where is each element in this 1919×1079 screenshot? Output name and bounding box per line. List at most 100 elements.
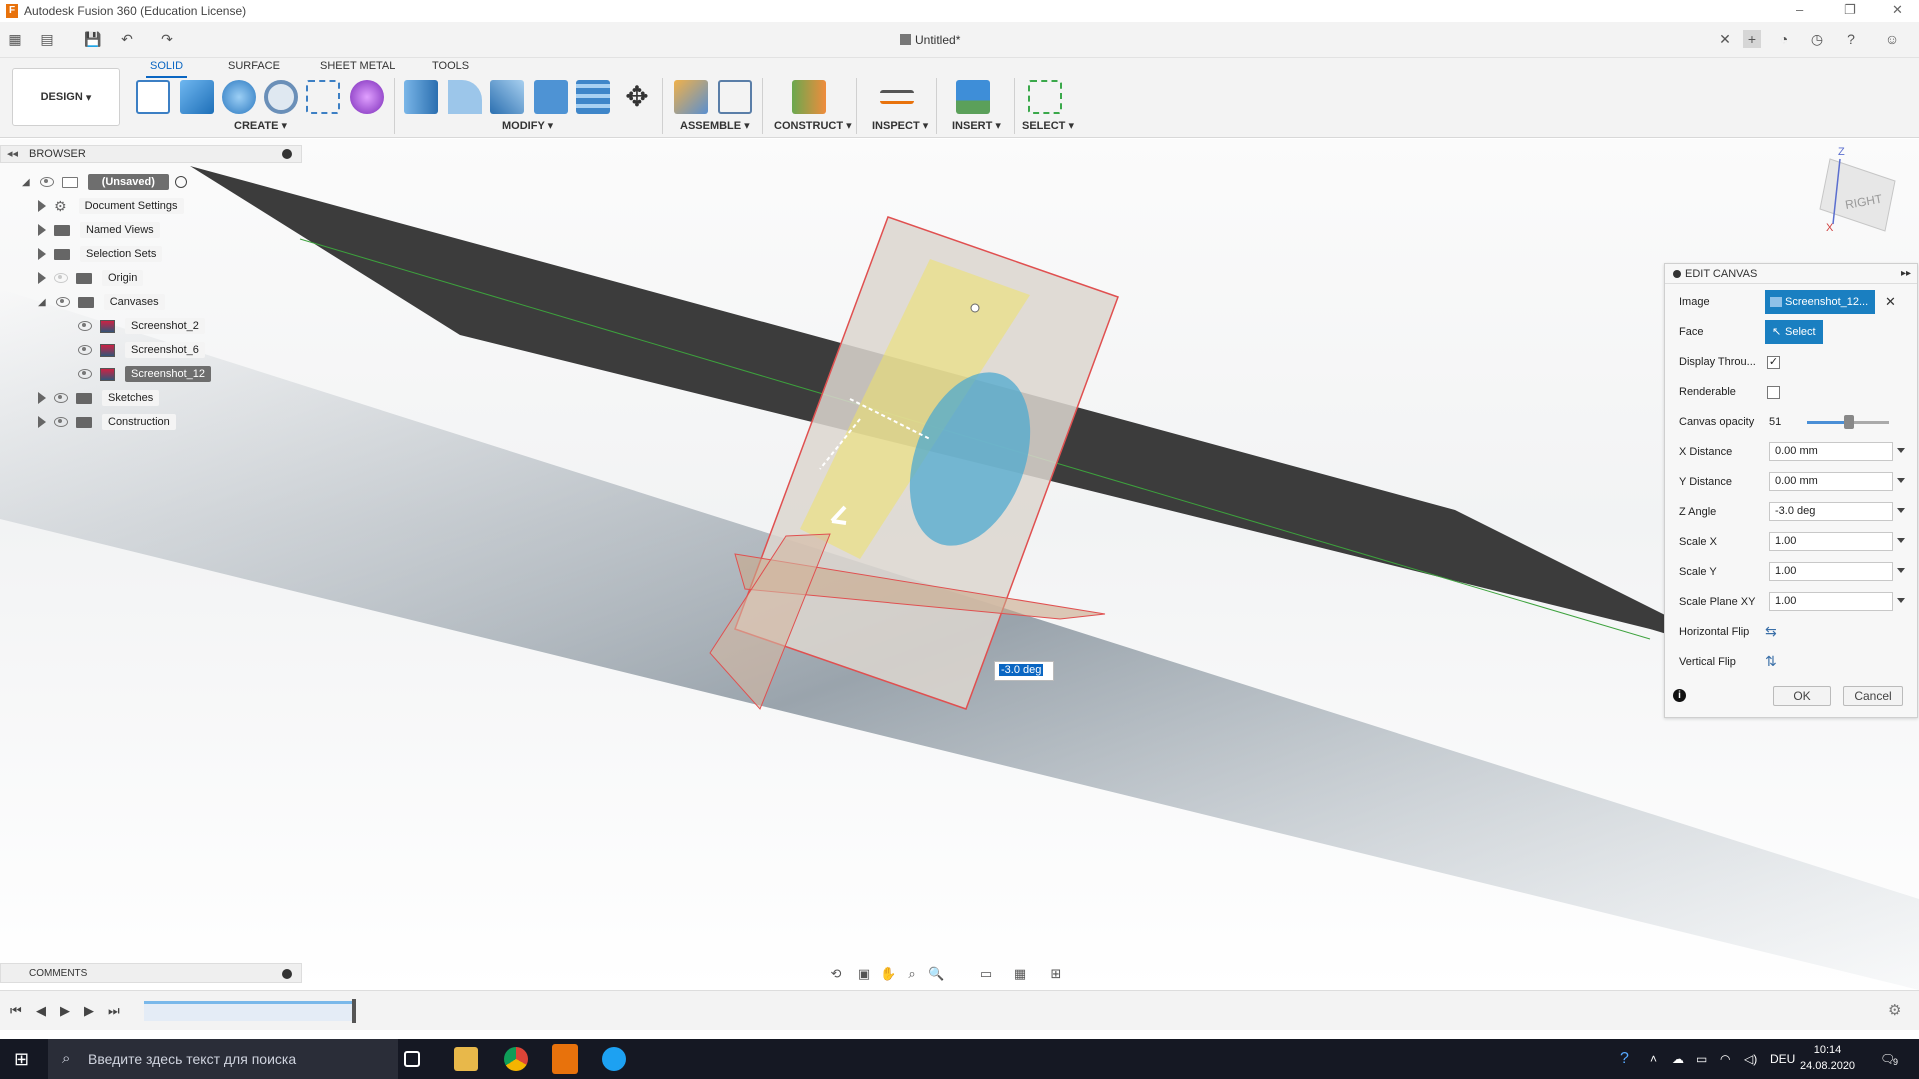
undo-icon[interactable]: ↶ — [118, 30, 136, 48]
hole-icon[interactable] — [264, 80, 298, 114]
visibility-icon[interactable] — [54, 393, 68, 403]
opacity-slider-thumb[interactable] — [1843, 415, 1854, 429]
viewcube[interactable]: RIGHT Z X — [1819, 146, 1896, 234]
expanded-arrow-icon[interactable]: ◢ — [38, 297, 46, 308]
pan-icon[interactable]: ✋ — [880, 966, 896, 982]
offset-plane-icon[interactable] — [792, 80, 826, 114]
keyboard-language[interactable]: DEU — [1770, 1039, 1795, 1079]
file-explorer-icon[interactable] — [454, 1047, 478, 1071]
scale-x-field[interactable]: 1.00 — [1769, 532, 1893, 551]
task-view-icon[interactable] — [404, 1051, 420, 1067]
pattern-icon[interactable] — [306, 80, 340, 114]
measure-icon[interactable] — [880, 90, 914, 104]
tab-solid[interactable]: SOLID — [146, 60, 188, 78]
step-forward-icon[interactable]: ▶ — [84, 1003, 94, 1019]
face-select-button[interactable]: ↖ Select — [1765, 320, 1823, 344]
chevron-down-icon[interactable] — [1897, 538, 1905, 543]
tree-item-screenshot-6[interactable]: Screenshot_6 — [78, 339, 205, 361]
tree-item-selection-sets[interactable]: Selection Sets — [38, 243, 163, 265]
create-menu[interactable]: CREATE ▾ — [234, 119, 287, 132]
shell-icon[interactable] — [534, 80, 568, 114]
select-menu[interactable]: SELECT ▾ — [1022, 119, 1074, 132]
collapse-browser-icon[interactable]: ◂◂ — [7, 147, 18, 160]
volume-icon[interactable]: ◁) — [1744, 1039, 1757, 1079]
z-angle-field[interactable]: -3.0 deg — [1769, 502, 1893, 521]
display-settings-icon[interactable]: ▭ — [978, 966, 994, 982]
restore-icon[interactable]: ❐ — [1844, 2, 1856, 18]
chrome-icon[interactable] — [504, 1047, 528, 1071]
timeline-marker[interactable] — [352, 999, 356, 1023]
combine-icon[interactable] — [576, 80, 610, 114]
hidden-visibility-icon[interactable] — [54, 273, 68, 283]
opacity-slider[interactable] — [1807, 415, 1889, 429]
visibility-icon[interactable] — [55, 297, 70, 307]
x-distance-field[interactable]: 0.00 mm — [1769, 442, 1893, 461]
clear-image-icon[interactable]: ✕ — [1885, 294, 1896, 310]
go-to-start-icon[interactable]: ⏮ — [10, 1003, 22, 1019]
tree-item-sketches[interactable]: Sketches — [38, 387, 160, 409]
model-scene[interactable]: RIGHT Z X — [0, 139, 1919, 990]
browser-pin-icon[interactable] — [282, 149, 292, 159]
windows-start-icon[interactable]: ⊞ — [14, 1049, 29, 1070]
dialog-pin-icon[interactable] — [1673, 270, 1681, 278]
taskbar-clock[interactable]: 10:14 24.08.2020 — [1800, 1042, 1855, 1074]
extrude-icon[interactable] — [180, 80, 214, 114]
timeline-features[interactable] — [144, 1001, 354, 1021]
tree-item-document-settings[interactable]: ⚙ Document Settings — [38, 195, 184, 217]
redo-icon[interactable]: ↷ — [158, 30, 176, 48]
expand-arrow-icon[interactable] — [38, 392, 46, 404]
vertical-flip-icon[interactable]: ⇅ — [1765, 653, 1777, 670]
go-to-end-icon[interactable]: ⏭ — [108, 1003, 120, 1019]
tray-expand-icon[interactable]: ˄ — [1650, 1039, 1657, 1079]
file-menu-icon[interactable]: ▤ — [38, 30, 56, 48]
modify-menu[interactable]: MODIFY ▾ — [502, 119, 553, 132]
image-select-button[interactable]: Screenshot_12... — [1765, 290, 1875, 314]
visibility-icon[interactable] — [78, 345, 92, 355]
app-grid-icon[interactable]: ▦ — [6, 30, 24, 48]
horizontal-flip-icon[interactable]: ⇆ — [1765, 623, 1777, 640]
y-distance-field[interactable]: 0.00 mm — [1769, 472, 1893, 491]
comments-add-icon[interactable] — [282, 969, 292, 979]
taskbar-search[interactable]: ⌕ Введите здесь текст для поиска — [48, 1039, 398, 1079]
move-icon[interactable]: ✥ — [620, 80, 654, 114]
tab-sheet-metal[interactable]: SHEET METAL — [316, 60, 399, 76]
expand-arrow-icon[interactable] — [38, 272, 46, 284]
visibility-icon[interactable] — [78, 321, 92, 331]
look-at-icon[interactable]: ▣ — [856, 966, 872, 982]
construct-menu[interactable]: CONSTRUCT ▾ — [774, 119, 852, 132]
press-pull-icon[interactable] — [404, 80, 438, 114]
chevron-down-icon[interactable] — [1897, 598, 1905, 603]
close-window-icon[interactable]: ✕ — [1892, 2, 1903, 18]
chevron-down-icon[interactable] — [1897, 478, 1905, 483]
orbit-icon[interactable]: ⟲ — [828, 966, 844, 982]
user-avatar-icon[interactable]: ☺ — [1883, 30, 1901, 48]
tree-item-construction[interactable]: Construction — [38, 411, 176, 433]
chevron-down-icon[interactable] — [1897, 508, 1905, 513]
close-tab-icon[interactable]: ✕ — [1716, 30, 1734, 48]
tree-item-named-views[interactable]: Named Views — [38, 219, 160, 241]
info-icon[interactable]: i — [1673, 689, 1686, 702]
insert-image-icon[interactable] — [956, 80, 990, 114]
scale-y-field[interactable]: 1.00 — [1769, 562, 1893, 581]
chamfer-icon[interactable] — [490, 80, 524, 114]
battery-icon[interactable]: ▭ — [1696, 1039, 1707, 1079]
onedrive-icon[interactable]: ☁ — [1672, 1039, 1684, 1079]
display-through-checkbox[interactable]: ✓ — [1767, 356, 1780, 369]
renderable-checkbox[interactable] — [1767, 386, 1780, 399]
document-tab[interactable]: Untitled* — [900, 22, 960, 58]
expand-arrow-icon[interactable] — [38, 224, 46, 236]
cisco-webex-icon[interactable] — [602, 1047, 626, 1071]
cancel-button[interactable]: Cancel — [1843, 686, 1903, 706]
timeline-settings-gear-icon[interactable]: ⚙ — [1888, 1001, 1901, 1019]
save-icon[interactable]: 💾 — [84, 30, 102, 48]
tree-item-screenshot-2[interactable]: Screenshot_2 — [78, 315, 205, 337]
joint-icon[interactable] — [718, 80, 752, 114]
fusion-taskbar-icon[interactable] — [552, 1044, 578, 1074]
play-icon[interactable]: ▶ — [60, 1003, 70, 1019]
create-form-icon[interactable] — [350, 80, 384, 114]
3d-viewport[interactable]: RIGHT Z X -3.0 deg — [0, 139, 1919, 990]
tab-tools[interactable]: TOOLS — [428, 60, 473, 76]
workspace-switcher[interactable]: DESIGN ▾ — [12, 68, 120, 126]
pivot-handle[interactable] — [970, 303, 980, 313]
step-back-icon[interactable]: ◀ — [36, 1003, 46, 1019]
